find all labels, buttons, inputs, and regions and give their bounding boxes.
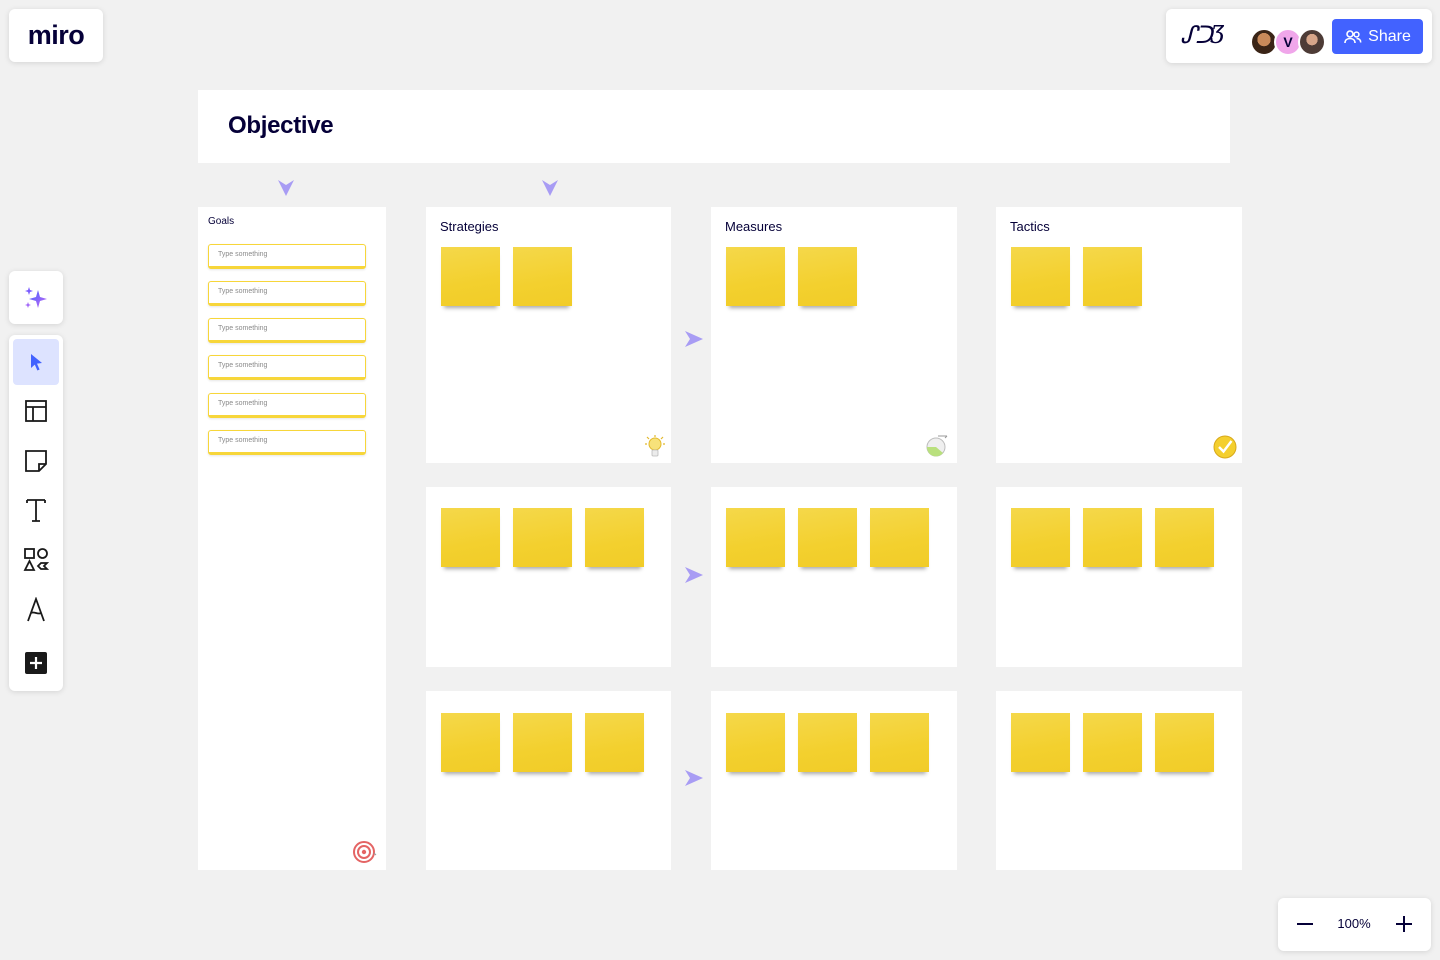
goals-title: Goals xyxy=(208,216,235,227)
collaboration-panel: ᔑᑐƷ V Share xyxy=(1166,9,1432,63)
sticky-note[interactable] xyxy=(1011,713,1070,772)
target-icon xyxy=(353,841,377,863)
goal-placeholder: Type something xyxy=(218,437,268,444)
zoom-level[interactable]: 100% xyxy=(1328,916,1380,931)
objective-title[interactable]: Objective xyxy=(228,112,334,140)
arrow-right-icon xyxy=(685,770,703,786)
goal-placeholder: Type something xyxy=(218,400,268,407)
tactics-frame[interactable]: Tactics xyxy=(996,207,1242,463)
checkmark-icon xyxy=(1213,435,1237,459)
templates-tool[interactable] xyxy=(13,388,59,434)
goal-input[interactable]: Type something xyxy=(208,244,366,269)
sticky-note[interactable] xyxy=(513,508,572,567)
avatar[interactable] xyxy=(1298,28,1326,56)
sticky-note[interactable] xyxy=(798,713,857,772)
board-logo-glyph[interactable]: ᔑᑐƷ xyxy=(1180,21,1224,49)
sticky-note[interactable] xyxy=(726,713,785,772)
pen-icon xyxy=(27,597,45,622)
sticky-note[interactable] xyxy=(798,508,857,567)
minus-icon xyxy=(1297,923,1313,925)
sticky-note-tool[interactable] xyxy=(13,438,59,484)
sticky-note[interactable] xyxy=(1083,247,1142,306)
sticky-note[interactable] xyxy=(1083,713,1142,772)
measures-frame[interactable]: Measures xyxy=(711,207,957,463)
goal-placeholder: Type something xyxy=(218,325,268,332)
goal-input[interactable]: Type something xyxy=(208,393,366,418)
goal-placeholder: Type something xyxy=(218,288,268,295)
sticky-note[interactable] xyxy=(1011,508,1070,567)
goal-placeholder: Type something xyxy=(218,362,268,369)
sticky-note[interactable] xyxy=(1011,247,1070,306)
tactic-row-frame[interactable] xyxy=(996,691,1242,870)
sticky-note[interactable] xyxy=(585,713,644,772)
share-label: Share xyxy=(1368,27,1411,45)
chart-icon xyxy=(926,435,948,457)
logo-text: miro xyxy=(27,20,85,50)
miro-logo[interactable]: miro xyxy=(9,9,103,62)
goal-input[interactable]: Type something xyxy=(208,430,366,455)
arrow-down-icon xyxy=(278,180,294,196)
goals-frame[interactable]: Goals Type something Type something Type… xyxy=(198,207,386,870)
sticky-note[interactable] xyxy=(1155,508,1214,567)
strategy-row-frame[interactable] xyxy=(426,487,671,667)
measures-title: Measures xyxy=(725,219,783,234)
sticky-note[interactable] xyxy=(441,713,500,772)
ai-assist-button[interactable] xyxy=(9,271,63,324)
share-button[interactable]: Share xyxy=(1332,19,1423,54)
goal-input[interactable]: Type something xyxy=(208,318,366,343)
sticky-note[interactable] xyxy=(513,713,572,772)
sticky-note[interactable] xyxy=(1083,508,1142,567)
sticky-note[interactable] xyxy=(870,508,929,567)
sticky-note[interactable] xyxy=(726,247,785,306)
goal-placeholder: Type something xyxy=(218,251,268,258)
tactic-row-frame[interactable] xyxy=(996,487,1242,667)
shapes-icon xyxy=(23,548,49,571)
sticky-note-icon xyxy=(25,450,47,472)
sticky-note[interactable] xyxy=(513,247,572,306)
objective-frame[interactable]: Objective xyxy=(198,90,1230,163)
sticky-note[interactable] xyxy=(441,247,500,306)
sticky-note[interactable] xyxy=(726,508,785,567)
cursor-icon xyxy=(31,354,42,371)
users-icon xyxy=(1344,29,1362,43)
pen-tool[interactable] xyxy=(13,587,59,633)
plus-icon xyxy=(1396,916,1412,932)
arrow-right-icon xyxy=(685,567,703,583)
creation-toolbar xyxy=(9,335,63,691)
lightbulb-icon xyxy=(645,435,665,457)
sticky-note[interactable] xyxy=(585,508,644,567)
zoom-out-button[interactable] xyxy=(1290,909,1320,939)
strategy-row-frame[interactable] xyxy=(426,691,671,870)
arrow-right-icon xyxy=(685,331,703,347)
sticky-note[interactable] xyxy=(441,508,500,567)
sticky-note[interactable] xyxy=(870,713,929,772)
goal-input[interactable]: Type something xyxy=(208,355,366,380)
text-tool[interactable] xyxy=(13,487,59,533)
sparkle-icon xyxy=(25,286,47,308)
goal-input[interactable]: Type something xyxy=(208,281,366,306)
more-tools-button[interactable] xyxy=(13,640,59,686)
measure-row-frame[interactable] xyxy=(711,691,957,870)
shapes-tool[interactable] xyxy=(13,537,59,583)
select-tool[interactable] xyxy=(13,339,59,385)
measure-row-frame[interactable] xyxy=(711,487,957,667)
strategies-title: Strategies xyxy=(440,219,499,234)
sticky-note[interactable] xyxy=(798,247,857,306)
text-icon xyxy=(26,499,46,522)
avatar-initial: V xyxy=(1283,34,1293,50)
tactics-title: Tactics xyxy=(1010,219,1050,234)
sticky-note[interactable] xyxy=(1155,713,1214,772)
zoom-control: 100% xyxy=(1278,898,1431,951)
layout-icon xyxy=(25,400,47,422)
arrow-down-icon xyxy=(542,180,558,196)
zoom-in-button[interactable] xyxy=(1389,909,1419,939)
strategies-frame[interactable]: Strategies xyxy=(426,207,671,463)
plus-square-icon xyxy=(25,652,47,674)
